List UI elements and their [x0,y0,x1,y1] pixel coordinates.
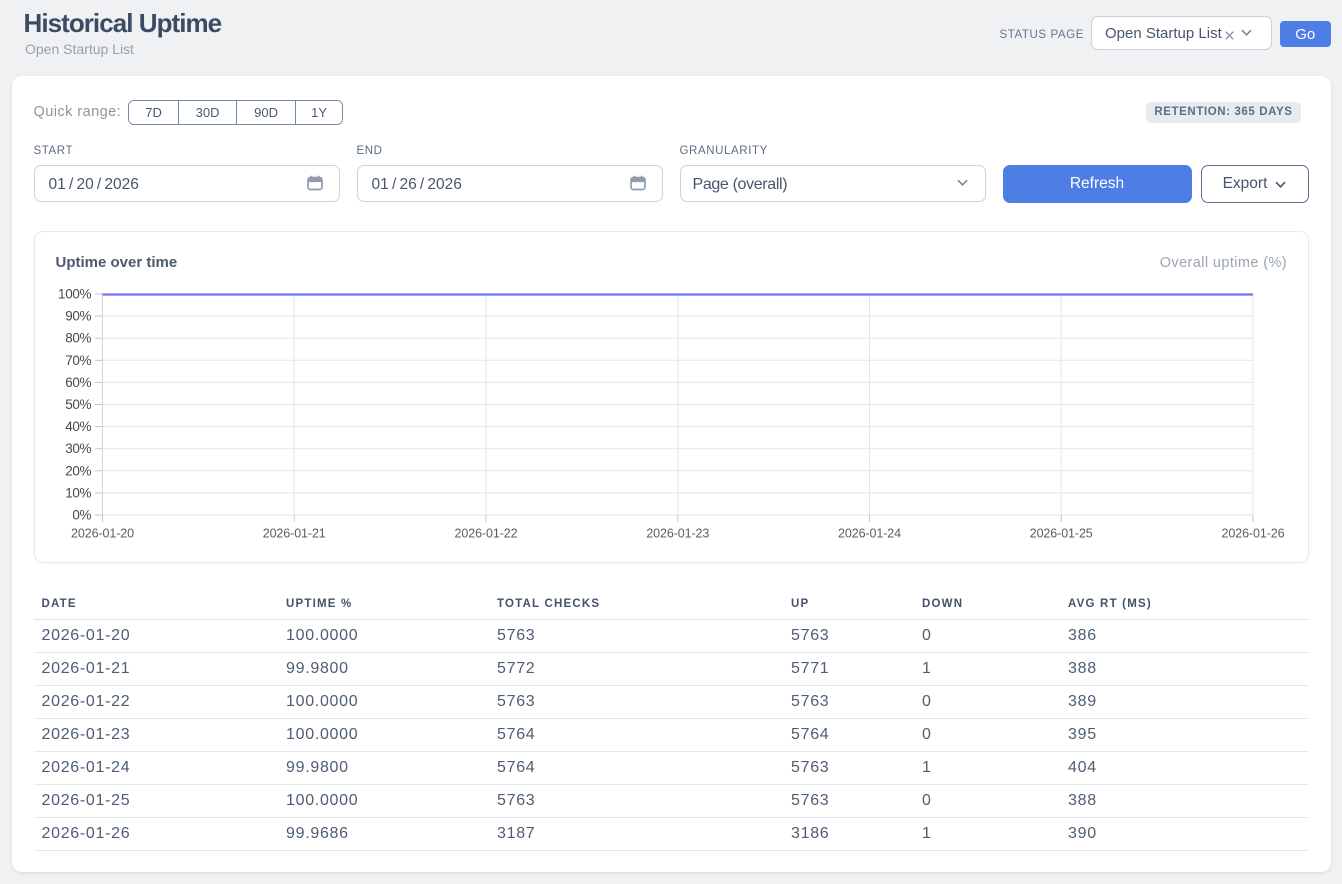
svg-text:2026-01-20: 2026-01-20 [71,526,134,540]
svg-text:2026-01-22: 2026-01-22 [454,526,517,540]
svg-text:80%: 80% [65,331,91,346]
svg-text:30%: 30% [65,441,91,456]
svg-text:2026-01-23: 2026-01-23 [646,526,709,540]
svg-text:100%: 100% [58,286,91,301]
svg-text:40%: 40% [65,419,91,434]
svg-text:90%: 90% [65,308,91,323]
svg-text:10%: 10% [65,485,91,500]
svg-text:2026-01-26: 2026-01-26 [1221,526,1284,540]
svg-text:70%: 70% [65,353,91,368]
svg-text:50%: 50% [65,397,91,412]
svg-text:2026-01-21: 2026-01-21 [262,526,325,540]
svg-text:0%: 0% [72,507,91,522]
svg-text:60%: 60% [65,375,91,390]
svg-text:2026-01-25: 2026-01-25 [1029,526,1092,540]
svg-text:20%: 20% [65,463,91,478]
svg-text:2026-01-24: 2026-01-24 [838,526,901,540]
